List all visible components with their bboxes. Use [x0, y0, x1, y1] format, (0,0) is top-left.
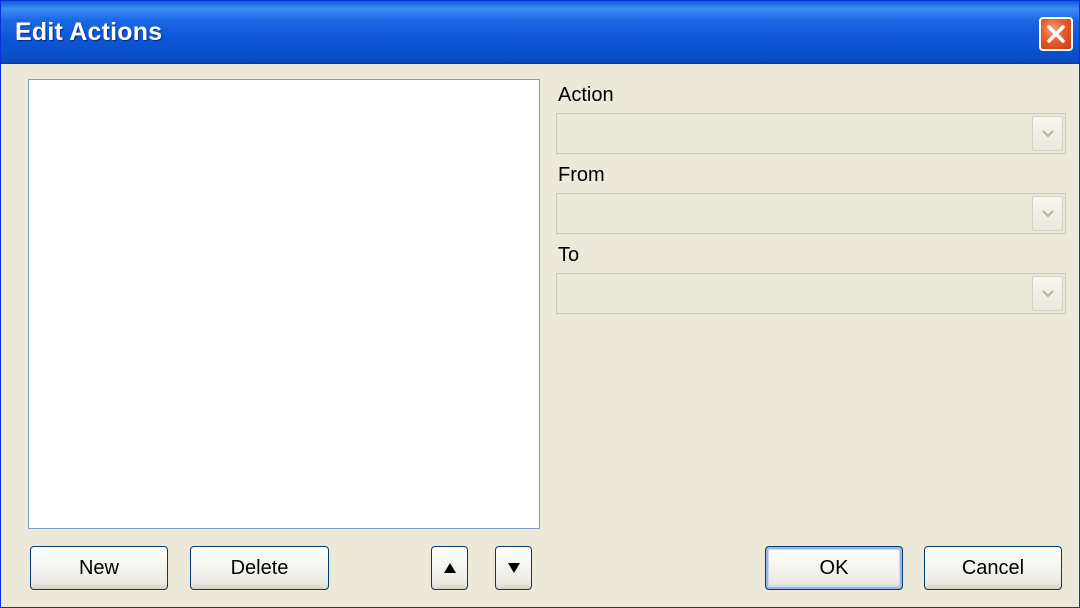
- to-dropdown-button[interactable]: [1032, 276, 1063, 311]
- cancel-button[interactable]: Cancel: [924, 546, 1062, 590]
- move-down-button[interactable]: [495, 546, 532, 590]
- triangle-up-icon: [443, 547, 457, 589]
- new-button[interactable]: New: [30, 546, 168, 590]
- from-label: From: [558, 164, 605, 186]
- edit-actions-dialog: Edit Actions Action From To New Delete O…: [0, 0, 1080, 608]
- action-label: Action: [558, 84, 614, 106]
- window-title: Edit Actions: [15, 18, 163, 46]
- action-combobox[interactable]: [556, 113, 1066, 154]
- from-combobox[interactable]: [556, 193, 1066, 234]
- action-dropdown-button[interactable]: [1032, 116, 1063, 151]
- to-label: To: [558, 244, 580, 266]
- to-combobox[interactable]: [556, 273, 1066, 314]
- from-dropdown-button[interactable]: [1032, 196, 1063, 231]
- close-button[interactable]: [1039, 17, 1073, 51]
- ok-button[interactable]: OK: [765, 546, 903, 590]
- actions-list[interactable]: [28, 79, 540, 529]
- move-up-button[interactable]: [431, 546, 468, 590]
- triangle-down-icon: [507, 547, 521, 589]
- title-bar[interactable]: Edit Actions: [1, 1, 1079, 64]
- delete-button[interactable]: Delete: [190, 546, 329, 590]
